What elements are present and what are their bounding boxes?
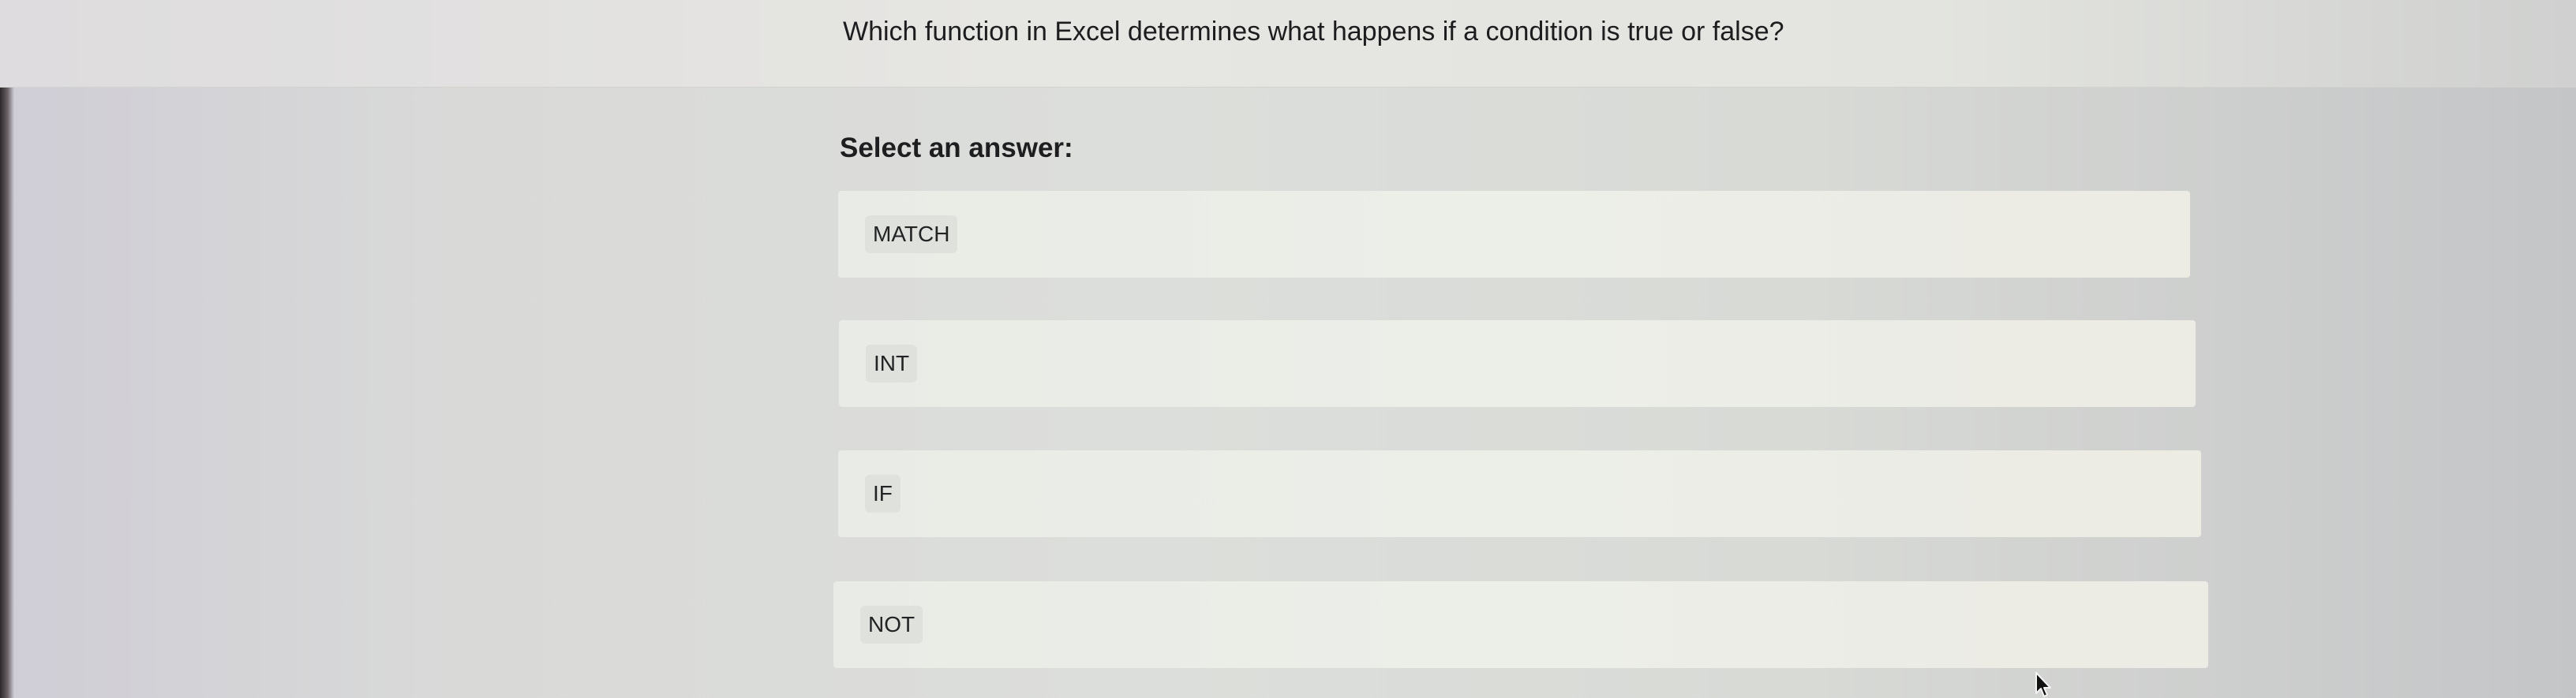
answer-option-label: MATCH [865, 215, 958, 253]
screen-bezel-edge [0, 0, 14, 698]
answer-option-label: NOT [860, 606, 923, 644]
answer-option-label: INT [866, 345, 918, 383]
answer-option-if[interactable]: IF [838, 450, 2201, 537]
answer-prompt: Select an answer: [840, 133, 1073, 163]
answer-option-match[interactable]: MATCH [838, 191, 2190, 278]
answer-option-int[interactable]: INT [839, 320, 2196, 407]
answer-option-label: IF [865, 475, 900, 513]
question-text: Which function in Excel determines what … [843, 17, 1784, 47]
answer-option-not[interactable]: NOT [833, 581, 2208, 668]
mouse-pointer-icon [2035, 672, 2051, 697]
